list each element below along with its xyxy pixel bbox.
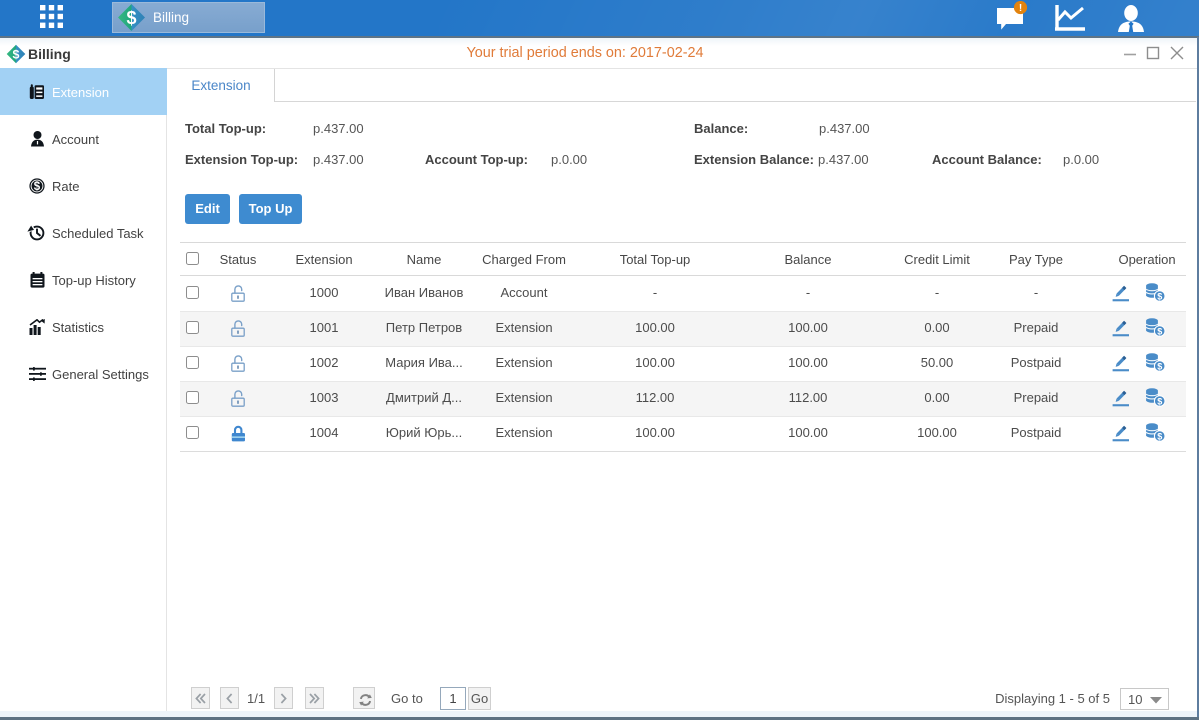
svg-text:$: $ — [1157, 361, 1162, 371]
svg-text:$: $ — [1157, 396, 1162, 406]
svg-text:$: $ — [1157, 326, 1162, 336]
svg-text:$: $ — [126, 8, 136, 28]
svg-text:$: $ — [1157, 291, 1162, 301]
svg-text:$: $ — [1157, 431, 1162, 441]
svg-text:$: $ — [34, 181, 41, 193]
svg-text:!: ! — [1019, 3, 1022, 14]
